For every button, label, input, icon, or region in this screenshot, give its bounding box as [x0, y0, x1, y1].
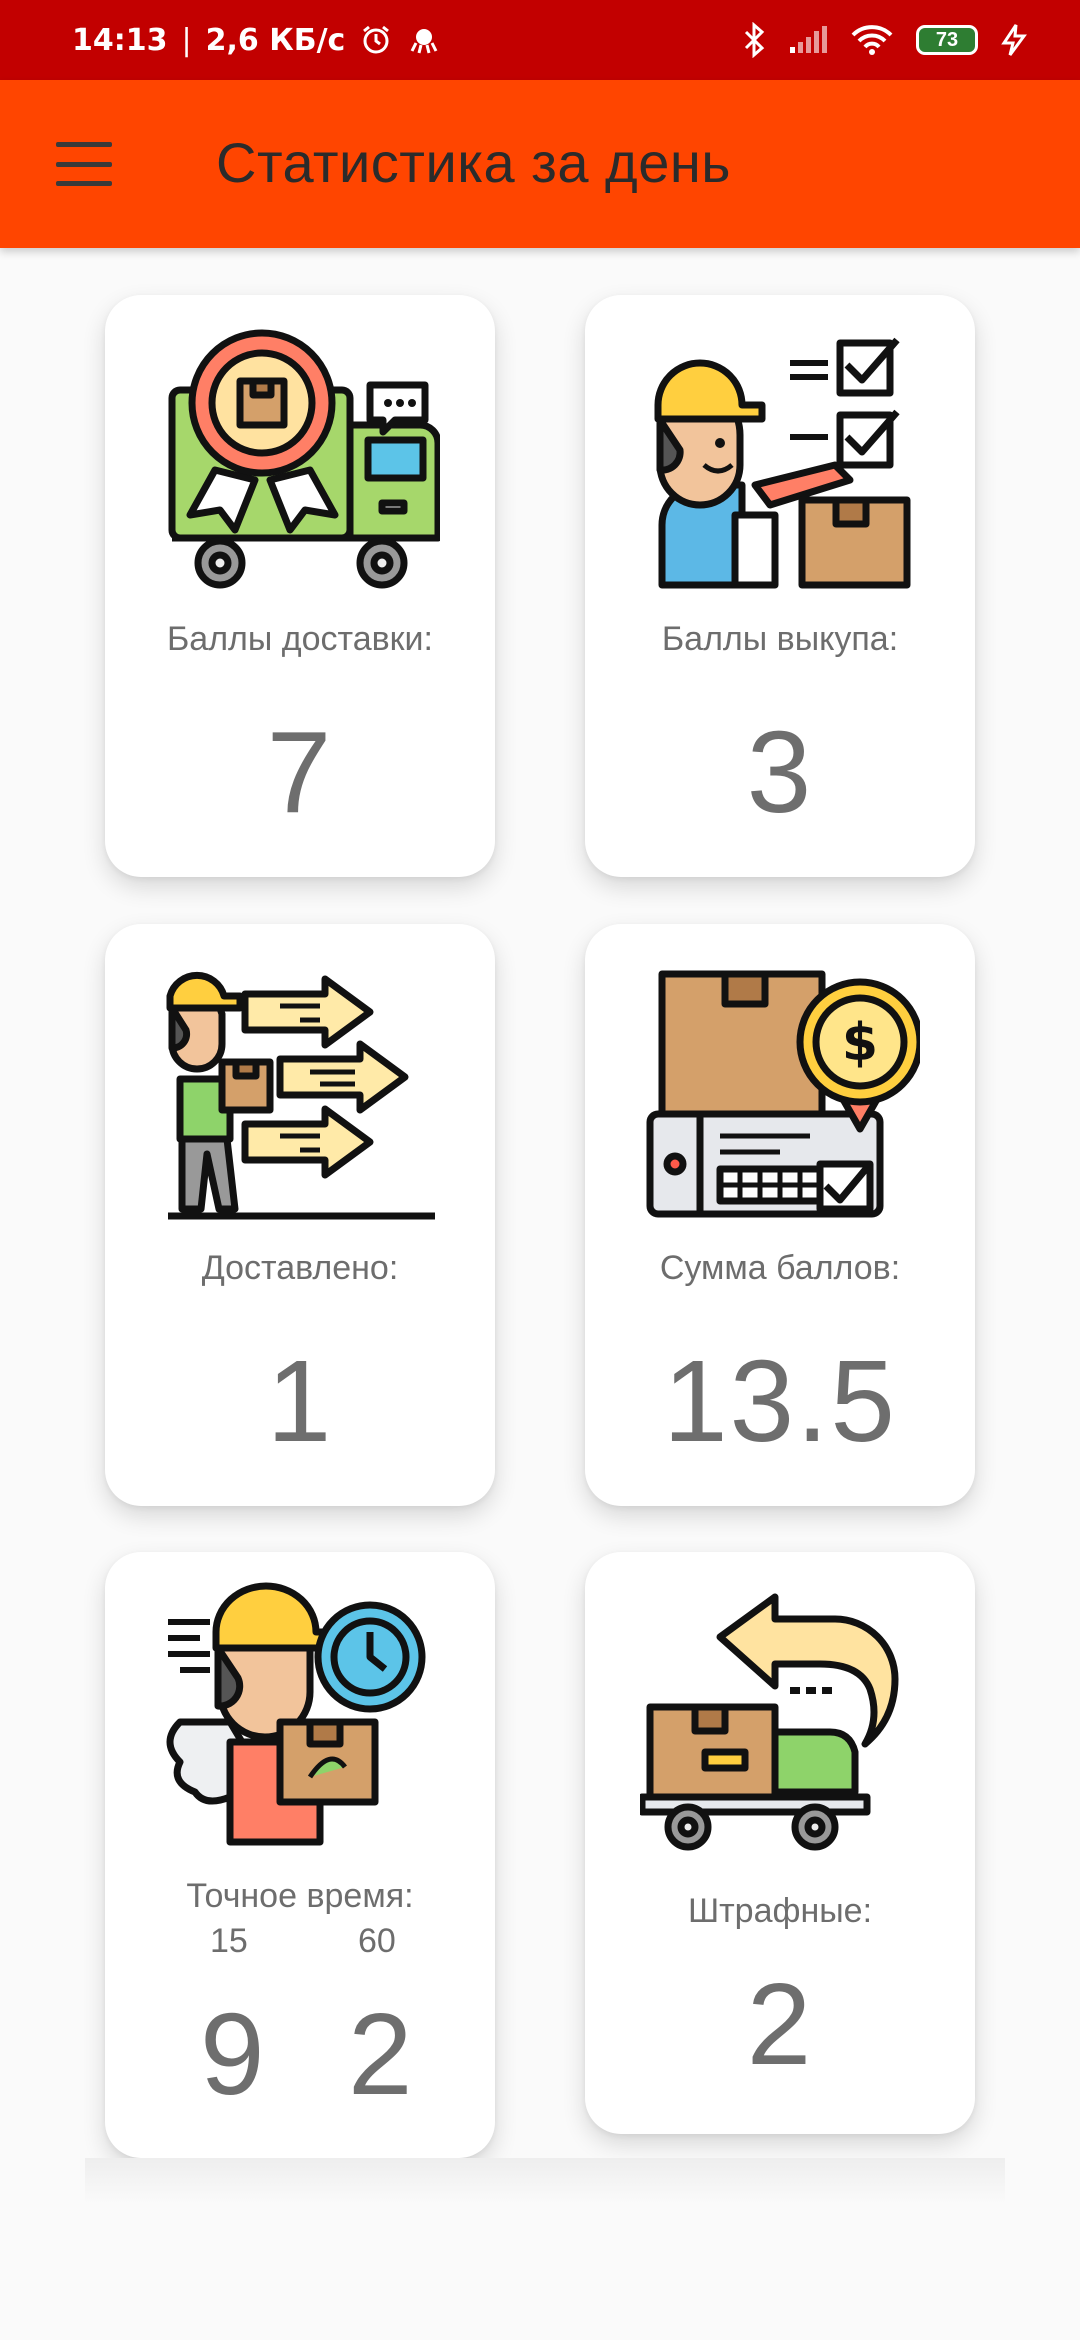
svg-text:$: $	[842, 1013, 878, 1073]
exact-time-sub-60: 60	[358, 1922, 396, 1960]
status-right: 73	[742, 0, 1030, 80]
penalty-value: 2	[746, 1959, 814, 2089]
invoice-coin-icon: $	[646, 970, 920, 1218]
menu-line	[56, 142, 112, 147]
status-time: 14:13	[72, 22, 168, 58]
courier-delivered-icon	[166, 971, 435, 1220]
buyout-points-value: 3	[746, 707, 814, 837]
delivery-points-label: Баллы доставки:	[166, 620, 433, 658]
delivered-label: Доставлено:	[201, 1249, 399, 1287]
status-speed: 2,6 КБ/с	[205, 22, 346, 58]
signal-icon	[790, 26, 827, 53]
wifi-icon	[851, 25, 893, 55]
exact-time-value-60: 2	[348, 1989, 413, 2119]
menu-line	[56, 181, 112, 186]
menu-line	[56, 161, 112, 167]
courier-checklist-icon	[654, 337, 911, 589]
penalty-label: Штрафные:	[687, 1892, 873, 1930]
alarm-icon	[363, 25, 390, 54]
points-total-label: Сумма баллов:	[659, 1249, 901, 1287]
exact-time-card[interactable]: Точное время: 15 60 9 2	[105, 1552, 495, 2158]
exact-time-sub-15: 15	[210, 1922, 248, 1960]
exact-time-label: Точное время:	[186, 1877, 414, 1915]
app-bar: Статистика за день	[0, 80, 1080, 248]
penalty-card[interactable]: Штрафные: 2	[585, 1552, 975, 2134]
notification-icon	[410, 29, 438, 54]
exact-time-value-15: 9	[200, 1989, 265, 2119]
page-title: Статистика за день	[216, 131, 731, 194]
charging-icon	[1001, 24, 1027, 56]
list-bottom-edge	[85, 2158, 1005, 2204]
points-total-card[interactable]: $ Сумма баллов: 13.5	[585, 924, 975, 1506]
delivery-points-card[interactable]: Баллы доставки: 7	[105, 295, 495, 877]
battery-icon: 73	[916, 25, 978, 55]
delivered-value: 1	[266, 1336, 334, 1466]
buyout-points-card[interactable]: Баллы выкупа: 3	[585, 295, 975, 877]
delivery-points-value: 7	[266, 707, 334, 837]
delivery-truck-badge-icon	[168, 329, 440, 589]
buyout-points-label: Баллы выкупа:	[661, 620, 899, 658]
status-bar: 14:13 | 2,6 КБ/с 73	[0, 0, 1080, 80]
truck-return-icon	[640, 1593, 899, 1851]
fast-courier-clock-icon	[166, 1582, 426, 1846]
status-separator: |	[181, 22, 192, 58]
menu-button[interactable]	[56, 142, 112, 186]
status-left: 14:13 | 2,6 КБ/с	[72, 0, 441, 80]
delivered-card[interactable]: Доставлено: 1	[105, 924, 495, 1506]
points-total-value: 13.5	[663, 1336, 897, 1466]
bluetooth-icon	[744, 22, 765, 58]
